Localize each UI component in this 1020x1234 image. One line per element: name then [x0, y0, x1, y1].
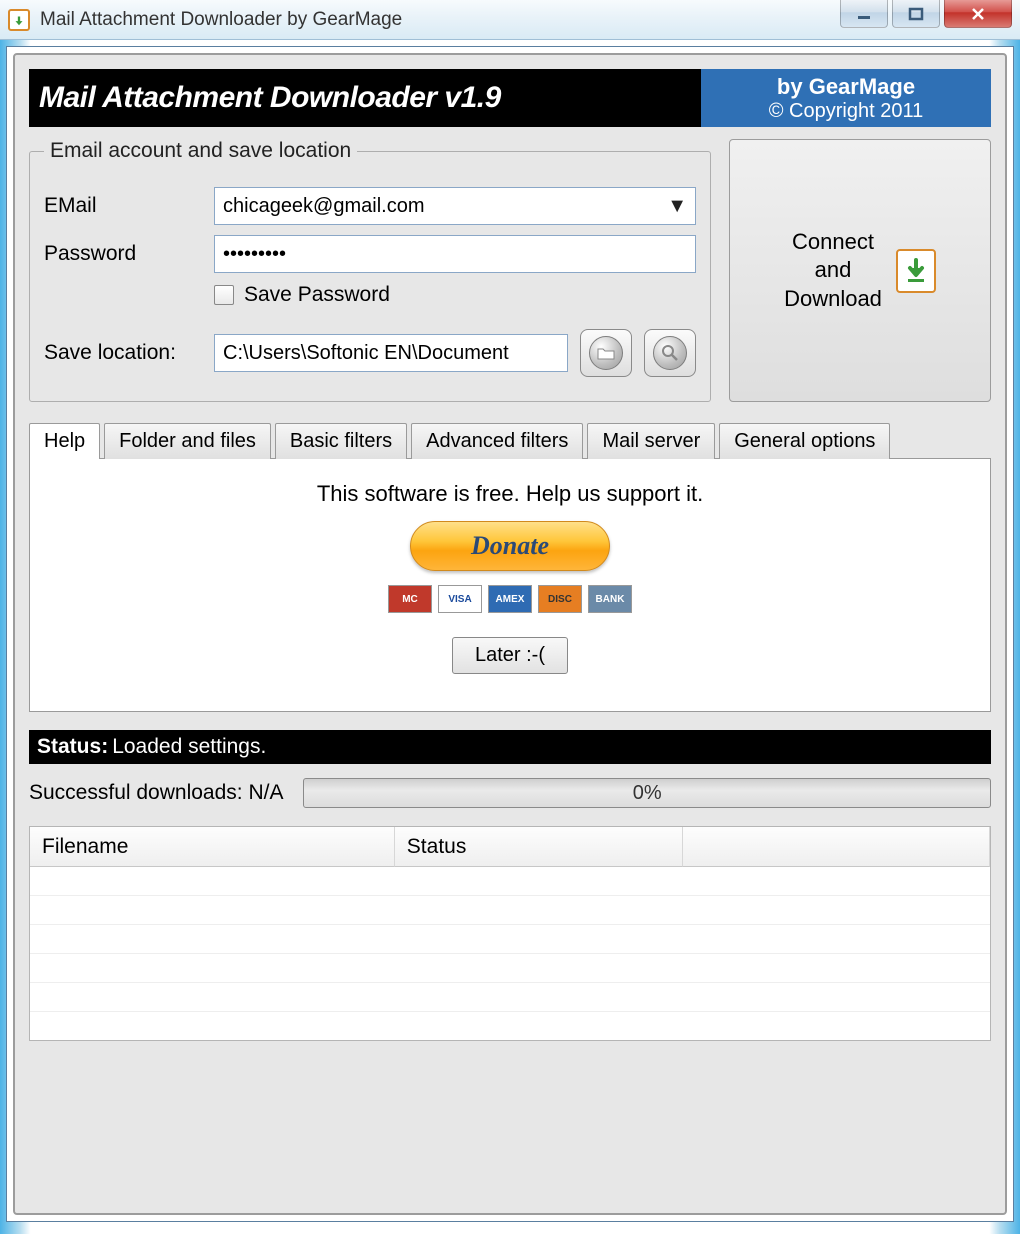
column-header-extra[interactable] — [683, 827, 990, 867]
payment-card-icon: MC — [388, 585, 432, 613]
tab-general-options[interactable]: General options — [719, 423, 890, 459]
payment-card-icon: AMEX — [488, 585, 532, 613]
chevron-down-icon: ▼ — [667, 195, 687, 218]
account-legend: Email account and save location — [44, 139, 357, 163]
window-titlebar: Mail Attachment Downloader by GearMage — [0, 0, 1020, 40]
window-body: Mail Attachment Downloader v1.9 by GearM… — [13, 53, 1007, 1215]
app-icon — [8, 9, 30, 31]
tabs-bar: Help Folder and files Basic filters Adva… — [29, 422, 991, 458]
email-combobox[interactable]: chicageek@gmail.com ▼ — [214, 187, 696, 225]
table-row — [30, 896, 990, 925]
table-row — [30, 867, 990, 896]
save-location-input[interactable] — [214, 334, 568, 372]
folder-open-icon — [589, 336, 623, 370]
payment-cards-row: MCVISAAMEXDISCBANK — [388, 585, 632, 613]
later-button[interactable]: Later :-( — [452, 637, 568, 674]
maximize-button[interactable] — [892, 0, 940, 28]
app-title: Mail Attachment Downloader v1.9 — [29, 69, 701, 127]
payment-card-icon: BANK — [588, 585, 632, 613]
results-table: Filename Status — [29, 826, 991, 1041]
tab-basic-filters[interactable]: Basic filters — [275, 423, 407, 459]
save-location-label: Save location: — [44, 341, 214, 365]
column-header-filename[interactable]: Filename — [30, 827, 395, 867]
save-password-label: Save Password — [244, 283, 390, 307]
email-label: EMail — [44, 194, 214, 218]
tab-advanced-filters[interactable]: Advanced filters — [411, 423, 583, 459]
help-message: This software is free. Help us support i… — [317, 481, 703, 507]
successful-downloads-label: Successful downloads: — [29, 781, 243, 804]
table-row — [30, 954, 990, 983]
tab-mail-server[interactable]: Mail server — [587, 423, 715, 459]
connect-download-button[interactable]: Connect and Download — [729, 139, 991, 402]
tab-folder-and-files[interactable]: Folder and files — [104, 423, 271, 459]
close-button[interactable] — [944, 0, 1012, 28]
app-banner: Mail Attachment Downloader v1.9 by GearM… — [29, 69, 991, 127]
account-groupbox: Email account and save location EMail ch… — [29, 139, 711, 402]
download-icon — [896, 249, 936, 293]
window-title: Mail Attachment Downloader by GearMage — [40, 9, 840, 31]
payment-card-icon: DISC — [538, 585, 582, 613]
donate-button[interactable]: Donate — [410, 521, 610, 571]
table-row — [30, 1012, 990, 1041]
status-bar: Status: Loaded settings. — [29, 730, 991, 764]
table-row — [30, 983, 990, 1012]
table-body — [30, 867, 990, 1041]
brand-panel: by GearMage © Copyright 2011 — [701, 69, 991, 127]
search-icon — [653, 336, 687, 370]
browse-folder-button[interactable] — [580, 329, 632, 377]
tab-help[interactable]: Help — [29, 423, 100, 459]
password-input[interactable] — [214, 235, 696, 273]
minimize-button[interactable] — [840, 0, 888, 28]
column-header-status[interactable]: Status — [395, 827, 683, 867]
status-text: Loaded settings. — [112, 735, 266, 759]
table-row — [30, 925, 990, 954]
save-password-checkbox[interactable] — [214, 285, 234, 305]
tab-help-pane: This software is free. Help us support i… — [29, 458, 991, 712]
payment-card-icon: VISA — [438, 585, 482, 613]
successful-downloads-value: N/A — [248, 781, 283, 804]
password-label: Password — [44, 242, 214, 266]
progress-bar: 0% — [303, 778, 991, 808]
search-location-button[interactable] — [644, 329, 696, 377]
